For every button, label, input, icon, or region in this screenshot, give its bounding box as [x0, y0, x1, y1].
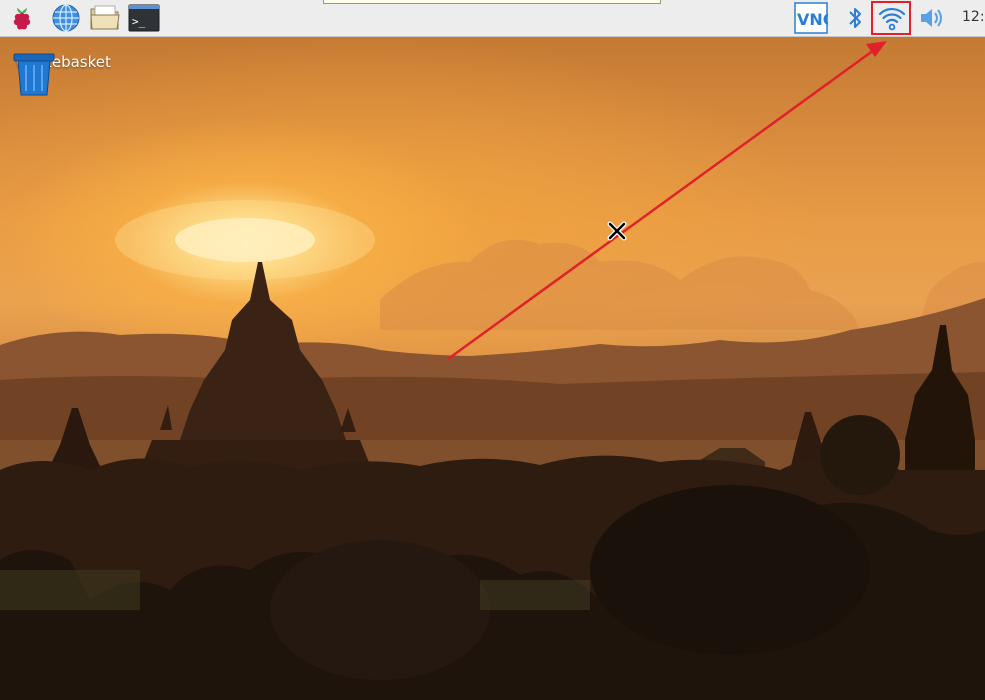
globe-icon [52, 4, 80, 32]
terminal-launcher[interactable]: >_ [128, 2, 160, 34]
svg-text:VNC: VNC [797, 10, 828, 29]
desktop[interactable]: Wastebasket [0, 37, 985, 700]
volume-icon [921, 9, 942, 27]
volume-tray-button[interactable] [915, 2, 947, 34]
raspberry-icon [13, 8, 31, 30]
bluetooth-icon [849, 8, 861, 28]
wastebasket-desktop-icon[interactable]: Wastebasket [10, 51, 116, 96]
bluetooth-tray-button[interactable] [839, 2, 871, 34]
vnc-icon: VNC [794, 2, 828, 34]
web-browser-launcher[interactable] [50, 2, 82, 34]
terminal-icon: >_ [128, 4, 160, 32]
partially-visible-window[interactable] [323, 0, 661, 4]
wifi-highlight-box [871, 1, 911, 35]
trash-icon [13, 53, 55, 96]
menu-button[interactable] [6, 2, 38, 34]
wallpaper [0, 41, 985, 700]
taskbar: >_ VNC 12: [0, 0, 985, 37]
vnc-tray-button[interactable]: VNC [793, 2, 829, 34]
clock[interactable]: 12: [962, 9, 985, 25]
folder-icon [90, 5, 120, 30]
svg-text:>_: >_ [132, 15, 146, 28]
file-manager-launcher[interactable] [89, 2, 121, 34]
